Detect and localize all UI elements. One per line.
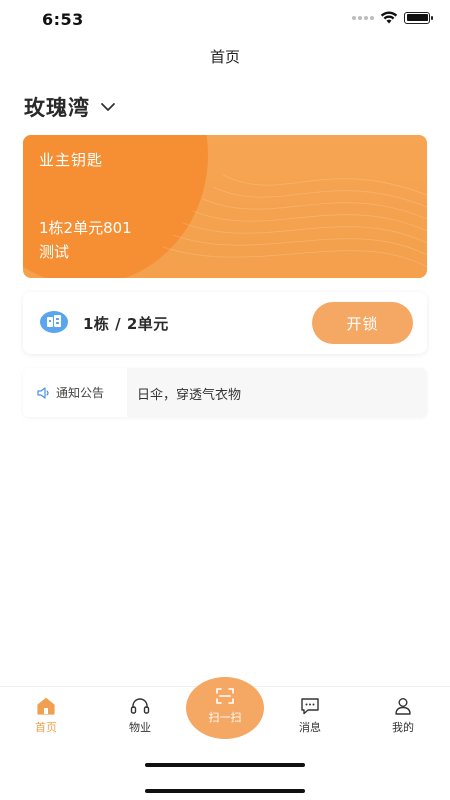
scan-label: 扫一扫 xyxy=(208,711,242,724)
tab-mine[interactable]: 我的 xyxy=(373,697,433,735)
tab-mine-label: 我的 xyxy=(392,721,414,734)
tab-messages-label: 消息 xyxy=(299,721,321,734)
bottom-gesture-bar xyxy=(145,789,305,793)
wifi-icon xyxy=(380,11,398,24)
home-icon xyxy=(37,697,55,715)
notice-bar[interactable]: 通知公告 日伞，穿透气衣物 xyxy=(23,368,427,417)
battery-icon xyxy=(404,11,433,24)
key-card-title: 业主钥匙 xyxy=(39,151,104,169)
tab-messages[interactable]: 消息 xyxy=(280,697,340,735)
tab-bar: 首页 物业 扫一扫 消息 我的 xyxy=(0,677,450,800)
chevron-down-icon xyxy=(101,103,115,111)
status-icons xyxy=(352,11,433,24)
unlock-button[interactable]: 开锁 xyxy=(312,302,413,344)
cellular-signal-icon xyxy=(352,15,374,20)
community-selector[interactable]: 玫瑰湾 xyxy=(24,92,116,122)
community-name: 玫瑰湾 xyxy=(24,96,90,120)
message-icon xyxy=(301,698,319,715)
scan-icon xyxy=(216,688,234,704)
building-unit-label: 1栋 / 2单元 xyxy=(83,315,169,333)
key-card-address: 1栋2单元801 xyxy=(39,219,132,237)
notice-label-box: 通知公告 xyxy=(23,368,127,417)
headset-icon xyxy=(130,698,150,714)
notice-text: 日伞，穿透气衣物 xyxy=(137,388,242,403)
building-icon xyxy=(40,311,68,333)
home-indicator xyxy=(145,763,305,767)
key-card-owner-name: 测试 xyxy=(39,243,70,261)
notice-label: 通知公告 xyxy=(56,386,105,400)
tab-property[interactable]: 物业 xyxy=(110,697,170,735)
speaker-icon xyxy=(37,386,49,399)
owner-key-card[interactable]: 业主钥匙 1栋2单元801 测试 xyxy=(23,135,427,278)
status-time: 6:53 xyxy=(42,10,84,29)
unlock-card: 1栋 / 2单元 开锁 xyxy=(23,292,427,354)
user-icon xyxy=(395,698,411,715)
scan-button[interactable]: 扫一扫 xyxy=(186,677,264,739)
tab-home-label: 首页 xyxy=(35,721,57,734)
tab-property-label: 物业 xyxy=(129,721,151,734)
tab-home[interactable]: 首页 xyxy=(16,697,76,735)
page-title: 首页 xyxy=(209,48,240,66)
status-bar: 6:53 xyxy=(0,0,450,40)
